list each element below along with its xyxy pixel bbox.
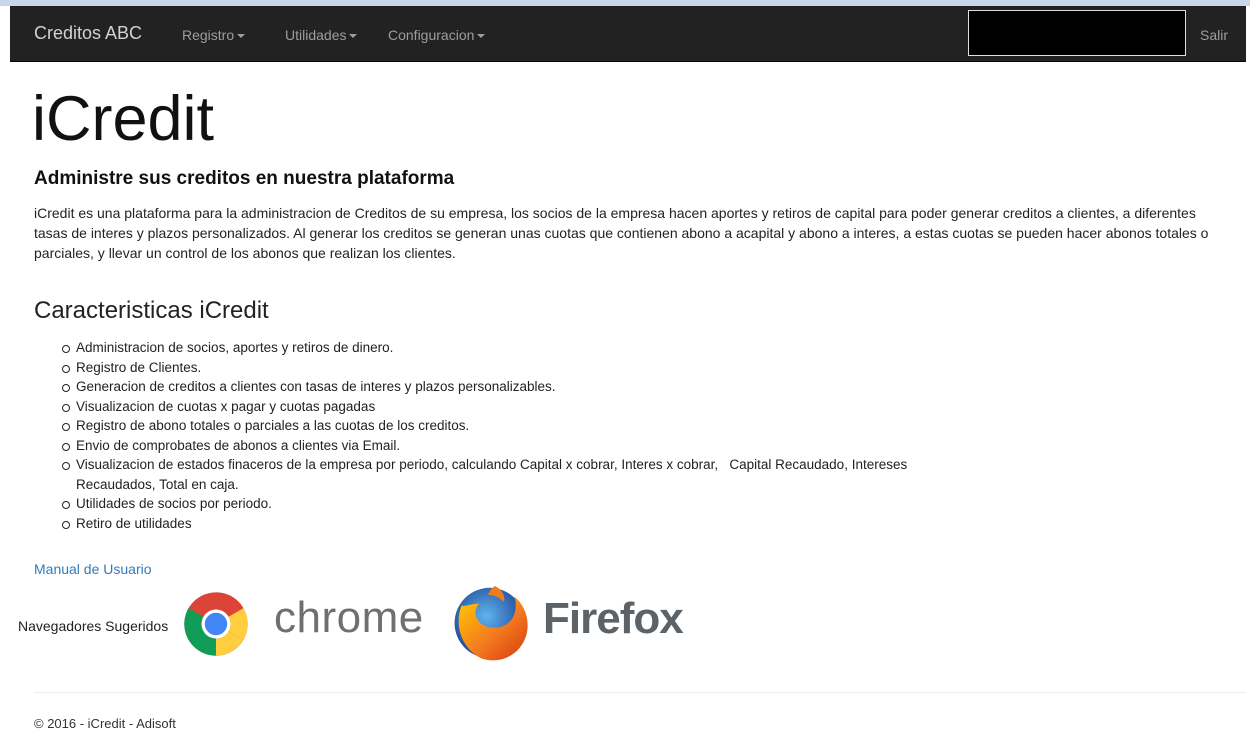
- list-item: Generacion de creditos a clientes con ta…: [62, 377, 962, 397]
- footer-divider: [34, 692, 1246, 693]
- menu-utilidades[interactable]: Utilidades: [285, 27, 358, 43]
- suggested-browsers-label: Navegadores Sugeridos: [18, 618, 169, 634]
- features-list: Administracion de socios, aportes y reti…: [62, 338, 962, 533]
- chrome-wordmark: chrome: [274, 593, 424, 642]
- navbar: Creditos ABC Registro Utilidades Configu…: [10, 6, 1246, 62]
- logout-link[interactable]: Salir: [1200, 27, 1228, 43]
- list-item: Registro de Clientes.: [62, 358, 962, 378]
- page-subtitle: Administre sus creditos en nuestra plata…: [34, 168, 455, 189]
- firefox-logo-icon: [454, 586, 528, 661]
- list-item: Visualizacion de cuotas x pagar y cuotas…: [62, 397, 962, 417]
- menu-configuracion-label: Configuracion: [388, 27, 475, 43]
- intro-paragraph: iCredit es una plataforma para la admini…: [34, 205, 1209, 261]
- footer-copyright: © 2016 - iCredit - Adisoft: [34, 716, 176, 731]
- menu-registro-label: Registro: [182, 27, 235, 43]
- navbar-brand[interactable]: Creditos ABC: [34, 23, 142, 44]
- menu-registro[interactable]: Registro: [182, 27, 246, 43]
- list-item: Registro de abono totales o parciales a …: [62, 416, 962, 436]
- caret-down-icon: [477, 34, 486, 39]
- menu-configuracion[interactable]: Configuracion: [388, 27, 486, 43]
- list-item: Administracion de socios, aportes y reti…: [62, 338, 962, 358]
- menu-utilidades-label: Utilidades: [285, 27, 347, 43]
- user-manual-link[interactable]: Manual de Usuario: [34, 561, 152, 577]
- caret-down-icon: [349, 34, 358, 39]
- list-item: Retiro de utilidades: [62, 514, 962, 534]
- firefox-wordmark: Firefox: [543, 594, 684, 643]
- list-item: Visualizacion de estados finaceros de la…: [62, 455, 962, 494]
- features-heading: Caracteristicas iCredit: [34, 297, 269, 324]
- caret-down-icon: [237, 34, 246, 39]
- page-title: iCredit: [32, 84, 215, 154]
- chrome-logo-icon: [184, 592, 248, 656]
- redacted-user-area: [968, 10, 1186, 56]
- list-item: Utilidades de socios por periodo.: [62, 494, 962, 514]
- list-item: Envio de comprobates de abonos a cliente…: [62, 436, 962, 456]
